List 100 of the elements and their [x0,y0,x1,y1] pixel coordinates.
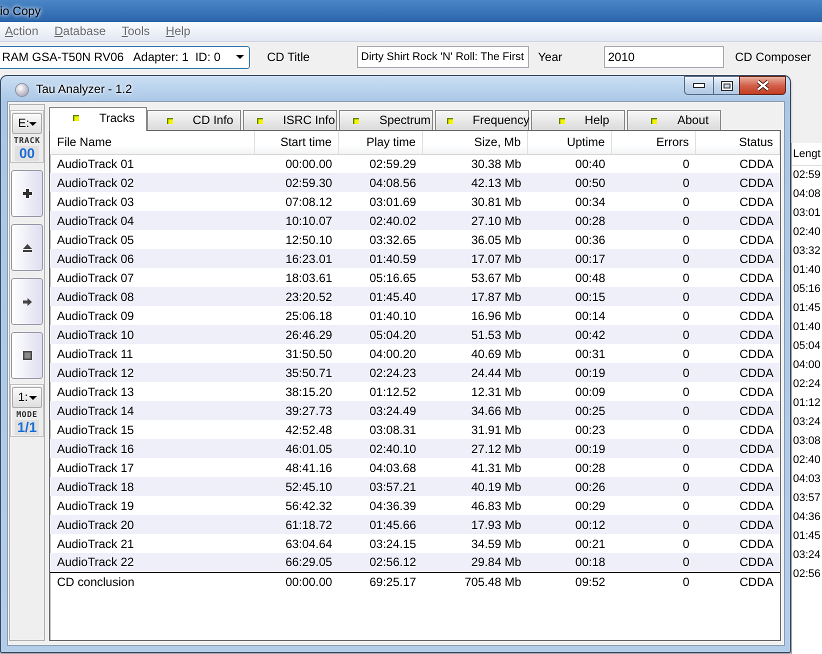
table-cell: AudioTrack 03 [50,192,254,211]
column-header[interactable]: Status [695,131,780,154]
table-cell-text: 02:56 [792,567,822,582]
tab[interactable]: Help [531,110,625,130]
table-row[interactable]: AudioTrack 15 42:52.48 03:08.31 31.91 Mb 00:23 0 CDDA [50,420,780,439]
minimize-button[interactable] [684,76,713,95]
column-header[interactable]: Start time [254,131,338,154]
table-cell: 00:36 [527,230,612,249]
column-header[interactable]: Play time [338,131,422,154]
drive-select[interactable]: E: [12,113,42,134]
table-cell: 03:08.31 [338,420,422,439]
menu-item[interactable]: Database [53,24,107,39]
table-cell: 40.69 Mb [422,344,528,363]
table-cell: 0 [611,306,696,325]
table-cell: 34.66 Mb [422,401,528,420]
table-cell: AudioTrack 17 [50,458,254,477]
eject-button[interactable] [11,224,43,271]
column-header[interactable]: Errors [611,131,696,154]
add-button[interactable] [11,170,43,217]
table-cell-text: 05:16 [792,282,822,297]
window-title: io Copy [0,4,41,18]
table-row[interactable]: AudioTrack 08 23:20.52 01:45.40 17.87 Mb 00:15 0 CDDA [50,287,780,306]
table-row[interactable]: AudioTrack 03 07:08.12 03:01.69 30.81 Mb 00:34 0 CDDA [50,192,780,211]
table-row[interactable]: AudioTrack 16 46:01.05 02:40.10 27.12 Mb 00:19 0 CDDA [50,439,780,458]
table-cell: 0 [611,363,696,382]
table-cell: 03:01.69 [338,192,422,211]
table-row[interactable]: AudioTrack 18 52:45.10 03:57.21 40.19 Mb 00:26 0 CDDA [50,477,780,496]
table-cell-text: 05:04 [792,339,822,354]
column-header[interactable]: Uptime [527,131,612,154]
tab[interactable]: Frequency [435,110,529,130]
table-row[interactable]: AudioTrack 14 39:27.73 03:24.49 34.66 Mb 00:25 0 CDDA [50,401,780,420]
table-cell: 00:15 [527,287,612,306]
table-cell: 01:12.52 [338,382,422,401]
menu-item[interactable]: Action [4,24,40,39]
mode-select[interactable]: 1: [12,387,42,408]
table-row[interactable]: AudioTrack 06 16:23.01 01:40.59 17.07 Mb 00:17 0 CDDA [50,249,780,268]
table-row[interactable]: AudioTrack 11 31:50.50 04:00.20 40.69 Mb 00:31 0 CDDA [50,344,780,363]
table-cell: 00:28 [527,211,612,230]
table-cell: 00:14 [527,306,612,325]
table-cell: 02:59.30 [254,173,338,192]
device-select[interactable]: RAM GSA-T50N RV06 Adapter: 1 ID: 0 [0,46,250,68]
next-button[interactable] [11,278,43,325]
table-row[interactable]: AudioTrack 17 48:41.16 04:03.68 41.31 Mb 00:28 0 CDDA [50,458,780,477]
table-cell: 01:45.66 [338,515,422,534]
table-row[interactable]: AudioTrack 22 66:29.05 02:56.12 29.84 Mb 00:18 0 CDDA [50,553,780,572]
tab[interactable]: Tracks [49,107,147,131]
table-cell: 00:23 [527,420,612,439]
table-cell: 18:03.61 [254,268,338,287]
table-cell: 0 [611,401,696,420]
table-cell: CDDA [695,439,780,458]
table-cell: 46:01.05 [254,439,338,458]
table-row[interactable]: AudioTrack 20 61:18.72 01:45.66 17.93 Mb 00:12 0 CDDA [50,515,780,534]
table-row[interactable]: AudioTrack 01 00:00.00 02:59.29 30.38 Mb 00:40 0 CDDA [50,154,780,173]
column-header[interactable]: File Name [50,131,254,154]
text-field[interactable]: Dirty Shirt Rock 'N' Roll: The First [357,46,529,68]
table-cell-text: 02:24 [792,377,822,392]
tab[interactable]: CD Info [147,110,241,130]
table-row[interactable]: AudioTrack 13 38:15.20 01:12.52 12.31 Mb 00:09 0 CDDA [50,382,780,401]
table-cell: 01:40.59 [338,249,422,268]
close-button[interactable] [739,76,786,95]
table-row[interactable]: AudioTrack 02 02:59.30 04:08.56 42.13 Mb 00:50 0 CDDA [50,173,780,192]
field-label: Year [538,50,564,64]
table-row[interactable]: AudioTrack 12 35:50.71 02:24.23 24.44 Mb 00:19 0 CDDA [50,363,780,382]
table-row[interactable]: AudioTrack 05 12:50.10 03:32.65 36.05 Mb 00:36 0 CDDA [50,230,780,249]
table-row[interactable]: AudioTrack 07 18:03.61 05:16.65 53.67 Mb 00:48 0 CDDA [50,268,780,287]
table-cell: 0 [611,477,696,496]
table-cell: 03:24.15 [338,534,422,553]
menu-item[interactable]: Tools [120,24,151,39]
table-cell: CDDA [695,572,780,591]
text-field[interactable]: 2010 [604,46,724,68]
menu-item[interactable]: Help [164,24,192,39]
table-row[interactable]: AudioTrack 10 26:46.29 05:04.20 51.53 Mb 00:42 0 CDDA [50,325,780,344]
indicator-icon [446,118,453,124]
table-cell: CDDA [695,287,780,306]
column-header[interactable]: Lengt [792,143,822,166]
table-row[interactable]: AudioTrack 21 63:04.64 03:24.15 34.59 Mb 00:21 0 CDDA [50,534,780,553]
table-cell: AudioTrack 15 [50,420,254,439]
table-cell: 03:57.21 [338,477,422,496]
table-cell: 0 [611,439,696,458]
stop-icon [22,351,32,360]
table-cell: 00:40 [527,154,612,173]
table-cell: 02:59.29 [338,154,422,173]
table-cell-text: 03:24 [792,415,822,430]
tab[interactable]: About [627,110,721,130]
column-header[interactable]: Size, Mb [422,131,528,154]
table-row[interactable]: AudioTrack 19 56:42.32 04:36.39 46.83 Mb 00:29 0 CDDA [50,496,780,515]
table-cell: AudioTrack 21 [50,534,254,553]
table-cell-text: 04:00 [792,358,822,373]
table-cell: AudioTrack 20 [50,515,254,534]
table-cell: 27.12 Mb [422,439,528,458]
table-cell: AudioTrack 19 [50,496,254,515]
table-cell-text: 02:40 [792,225,822,240]
table-cell: 26:46.29 [254,325,338,344]
table-row[interactable]: AudioTrack 04 10:10.07 02:40.02 27.10 Mb 00:28 0 CDDA [50,211,780,230]
eject-icon [22,244,32,252]
tab[interactable]: Spectrum [339,110,433,130]
tab[interactable]: ISRC Info [243,110,337,130]
table-row[interactable]: AudioTrack 09 25:06.18 01:40.10 16.96 Mb 00:14 0 CDDA [50,306,780,325]
stop-button[interactable] [11,332,43,379]
maximize-button[interactable] [713,76,739,95]
